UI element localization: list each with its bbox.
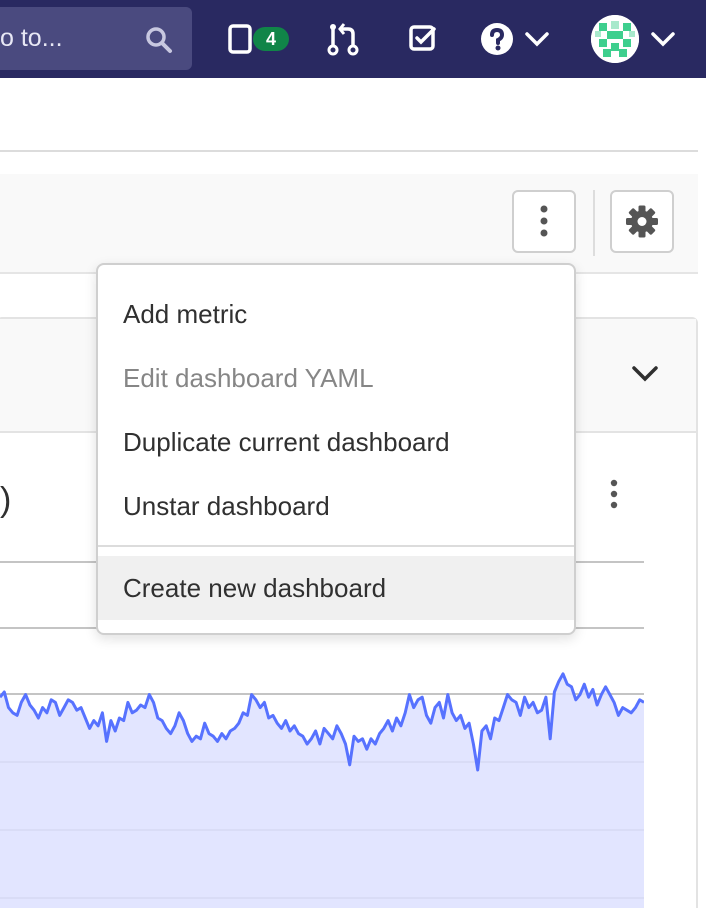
- edit-dashboard-yaml-item: Edit dashboard YAML: [123, 363, 374, 393]
- dropdown-divider: [98, 545, 574, 547]
- chevron-down-icon[interactable]: [524, 30, 550, 48]
- todos-icon[interactable]: [408, 24, 438, 54]
- chart-title: ): [0, 481, 12, 519]
- breadcrumb-divider: [0, 150, 698, 152]
- merge-requests-icon[interactable]: [326, 22, 360, 56]
- issues-count-badge: 4: [253, 27, 289, 51]
- chevron-down-icon[interactable]: [650, 30, 676, 48]
- more-actions-dropdown: Add metric Edit dashboard YAML Duplicate…: [96, 263, 576, 635]
- chart-actions-kebab-icon[interactable]: [602, 475, 626, 515]
- search-input[interactable]: o to...: [0, 24, 63, 53]
- search-icon: [146, 27, 172, 53]
- settings-button[interactable]: [610, 190, 674, 253]
- search-box[interactable]: o to...: [0, 7, 192, 70]
- dashboard-header: [0, 174, 698, 274]
- avatar-identicon: [591, 15, 639, 63]
- add-metric-item[interactable]: Add metric: [98, 282, 574, 346]
- unstar-dashboard-item[interactable]: Unstar dashboard: [98, 474, 574, 538]
- more-actions-button[interactable]: [512, 190, 576, 253]
- duplicate-dashboard-item[interactable]: Duplicate current dashboard: [98, 410, 574, 474]
- kebab-icon: [540, 205, 548, 237]
- chevron-down-icon[interactable]: [630, 364, 660, 384]
- top-nav: o to... 4: [0, 0, 706, 78]
- create-new-dashboard-item[interactable]: Create new dashboard: [98, 556, 574, 620]
- avatar[interactable]: [591, 15, 639, 63]
- gear-icon: [626, 205, 658, 238]
- toolbar-separator: [593, 190, 595, 256]
- help-icon[interactable]: [480, 22, 514, 56]
